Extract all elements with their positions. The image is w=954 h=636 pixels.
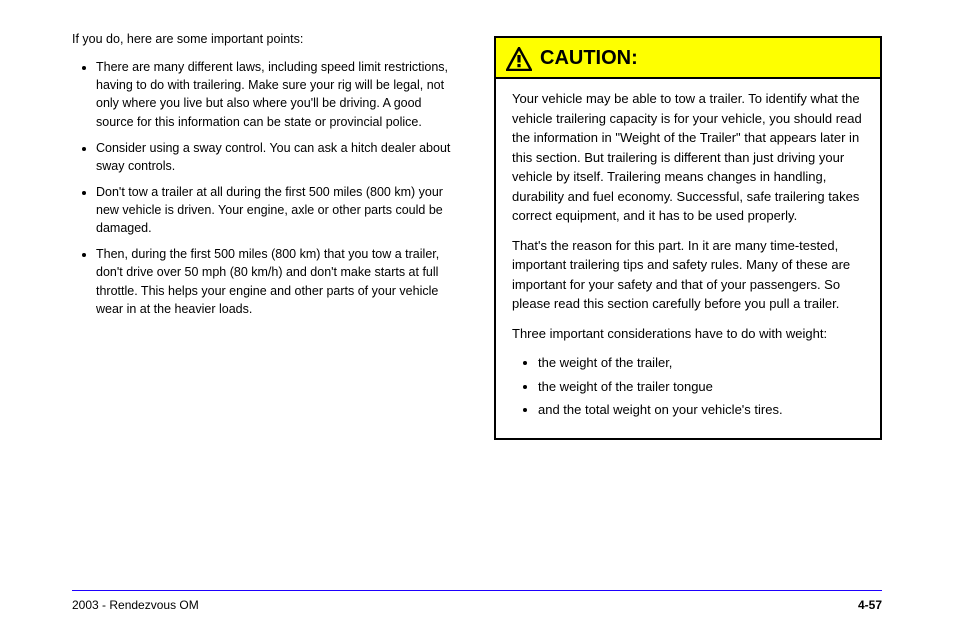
caution-body: Your vehicle may be able to tow a traile… xyxy=(496,79,880,438)
caution-bullet: and the total weight on your vehicle's t… xyxy=(538,400,864,420)
advice-bullet: Don't tow a trailer at all during the fi… xyxy=(96,183,460,237)
page-number: 4-57 xyxy=(858,597,882,614)
page: If you do, here are some important point… xyxy=(0,0,954,636)
footer-row: 2003 - Rendezvous OM 4-57 xyxy=(72,597,882,614)
two-column-layout: If you do, here are some important point… xyxy=(72,30,882,452)
advice-bullet: Then, during the first 500 miles (800 km… xyxy=(96,245,460,318)
advice-intro: If you do, here are some important point… xyxy=(72,30,460,48)
footer-rule xyxy=(72,590,882,591)
caution-label: CAUTION: xyxy=(540,44,638,73)
caution-bullet: the weight of the trailer tongue xyxy=(538,377,864,397)
footer-left: 2003 - Rendezvous OM xyxy=(72,597,199,614)
right-column: CAUTION: Your vehicle may be able to tow… xyxy=(494,30,882,452)
advice-bullet: There are many different laws, including… xyxy=(96,58,460,131)
caution-header: CAUTION: xyxy=(496,38,880,79)
caution-bullet-list: the weight of the trailer, the weight of… xyxy=(512,353,864,420)
caution-bullet-intro: Three important considerations have to d… xyxy=(512,324,864,344)
advice-bullet-list: There are many different laws, including… xyxy=(72,58,460,318)
page-footer: 2003 - Rendezvous OM 4-57 xyxy=(72,586,882,614)
advice-bullet: Consider using a sway control. You can a… xyxy=(96,139,460,175)
caution-paragraph: That's the reason for this part. In it a… xyxy=(512,236,864,314)
caution-bullet: the weight of the trailer, xyxy=(538,353,864,373)
warning-triangle-icon xyxy=(506,47,532,71)
left-column: If you do, here are some important point… xyxy=(72,30,460,452)
caution-paragraph: Your vehicle may be able to tow a traile… xyxy=(512,89,864,226)
caution-notice: CAUTION: Your vehicle may be able to tow… xyxy=(494,36,882,440)
